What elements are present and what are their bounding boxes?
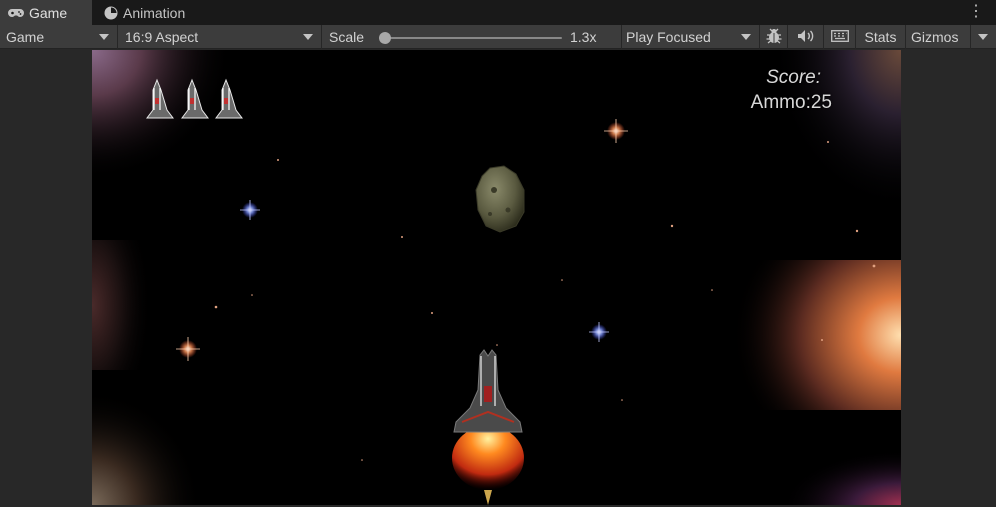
shortcuts-button[interactable] [824,25,856,49]
keyboard-icon [830,29,849,45]
play-mode-label: Play Focused [626,29,711,45]
mute-audio-button[interactable] [788,25,824,49]
nebula-right [732,260,901,410]
sparkle-star-blue-2 [589,322,609,342]
bug-icon [765,28,783,47]
display-dropdown[interactable]: Game [0,25,118,49]
sparkle-star-orange [604,119,628,143]
tab-animation-label: Animation [123,4,186,21]
nebula-bottom-right [782,450,901,505]
kebab-menu-icon[interactable]: ⋮ [968,3,984,21]
chevron-down-icon [303,34,313,40]
sparkle-star-orange-2 [176,337,200,361]
gizmos-button[interactable]: Gizmos [906,25,996,49]
display-dropdown-label: Game [6,29,45,45]
stats-button[interactable]: Stats [856,25,906,49]
ammo-display: Ammo:25 [751,92,832,114]
play-mode-dropdown[interactable]: Play Focused [622,25,760,49]
stats-label: Stats [864,29,897,45]
scale-slider-track[interactable] [380,37,562,39]
scale-value: 1.3x [570,29,597,45]
sparkle-star-blue [240,200,260,220]
ammo-label: Ammo: [750,92,811,113]
editor-tab-bar: Game Animation ⋮ [0,0,996,25]
score-label: Score: [766,67,821,88]
animation-clock-icon [104,6,118,20]
gizmos-label: Gizmos [911,29,959,45]
scale-slider-thumb[interactable] [379,32,392,44]
nebula-bottom-left [92,390,202,505]
aspect-dropdown-label: 16:9 Aspect [125,29,199,45]
gizmos-divider [970,25,971,49]
chevron-down-icon[interactable] [978,34,988,40]
tab-animation[interactable]: Animation [96,0,212,25]
aspect-dropdown[interactable]: 16:9 Aspect [118,25,322,49]
space-scene [92,50,901,505]
nebula-left [92,240,152,370]
debug-toggle-button[interactable] [760,25,788,49]
speaker-icon [797,29,815,46]
gamepad-icon [8,7,24,19]
tab-game[interactable]: Game [0,0,92,25]
player-ship [452,349,524,505]
game-view: Score: Ammo:25 [0,50,996,507]
game-canvas[interactable]: Score: Ammo:25 [92,50,901,505]
game-view-toolbar: Game 16:9 Aspect Scale 1.3x Play Focused… [0,25,996,49]
chevron-down-icon [99,34,109,40]
asteroid [475,165,525,233]
ammo-value: 25 [810,92,832,113]
tab-game-label: Game [29,4,68,21]
thruster-flame [452,426,524,490]
chevron-down-icon [741,34,751,40]
scale-label: Scale [329,29,365,45]
scale-control: Scale 1.3x [322,25,622,49]
